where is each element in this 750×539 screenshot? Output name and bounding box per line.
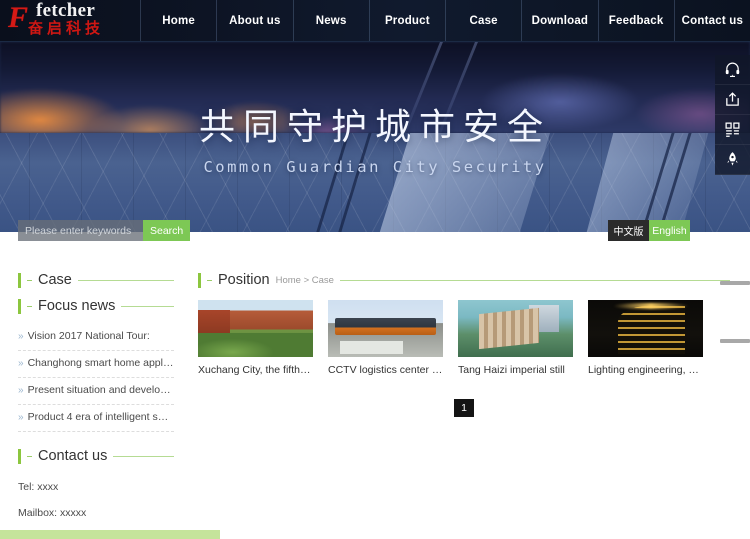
page-title: Position	[218, 272, 270, 288]
nav-item-about-us[interactable]: About us	[216, 0, 292, 41]
section-dash	[27, 455, 32, 457]
bullet-icon: »	[18, 412, 24, 423]
section-rule	[77, 279, 174, 281]
hero-headline-english: Common Guardian City Security	[203, 158, 547, 176]
contact-mailbox: Mailbox: xxxxx	[18, 507, 87, 519]
section-accent-bar	[18, 448, 21, 464]
contact-tel: Tel: xxxx	[18, 481, 59, 493]
bullet-icon: »	[18, 331, 24, 342]
case-thumbnail-lit-building-night[interactable]	[588, 300, 703, 357]
bullet-icon: »	[18, 385, 24, 396]
left-sidebar: Case Focus news » Vision 2017 National T…	[0, 254, 190, 539]
pagination: 1	[198, 399, 730, 417]
site-search: Search	[18, 220, 191, 241]
search-button[interactable]: Search	[143, 220, 191, 241]
case-grid: Xuchang City, the fifth high CCTV logist…	[198, 300, 730, 377]
news-item-label: Vision 2017 National Tour:	[27, 330, 150, 342]
hero-banner: 共同守护城市安全 Common Guardian City Security	[0, 42, 750, 232]
section-accent-bar	[18, 298, 21, 314]
case-label: Xuchang City, the fifth high	[198, 364, 313, 376]
share-icon[interactable]	[715, 85, 750, 115]
hero-text-block: 共同守护城市安全 Common Guardian City Security	[0, 106, 750, 176]
section-rule	[121, 305, 174, 307]
headset-support-icon[interactable]	[715, 55, 750, 85]
floating-action-rail	[715, 55, 750, 175]
focus-news-list: » Vision 2017 National Tour: » Changhong…	[18, 324, 174, 432]
main-content: Position Home > Case Xuchang City, the f…	[190, 254, 750, 539]
sidebar-heading-focus-news: Focus news	[18, 298, 174, 314]
case-label: Tang Haizi imperial still	[458, 364, 565, 376]
utility-strip: Search 中文版 English	[0, 220, 750, 254]
search-input[interactable]	[18, 220, 143, 241]
language-switcher: 中文版 English	[608, 220, 690, 241]
sidebar-focus-news-title: Focus news	[38, 298, 116, 314]
hero-headline-chinese: 共同守护城市安全	[198, 107, 551, 148]
section-accent-bar	[18, 272, 21, 288]
nav-item-contact-us[interactable]: Contact us	[673, 0, 750, 41]
section-accent-bar	[198, 272, 201, 288]
sidebar-case-title: Case	[38, 272, 72, 288]
list-item[interactable]: » Changhong smart home application	[18, 351, 174, 378]
sidebar-heading-case: Case	[18, 272, 174, 288]
top-navigation-bar: F fetcher 奋启科技 Home About us News Produc…	[0, 0, 750, 42]
bullet-icon: »	[18, 358, 24, 369]
case-card[interactable]: Lighting engineering, No.	[588, 300, 703, 377]
nav-item-product[interactable]: Product	[368, 0, 445, 41]
footer-band	[0, 530, 220, 539]
section-rule	[113, 455, 174, 457]
news-item-label: Present situation and development	[27, 384, 174, 396]
section-dash	[27, 279, 32, 281]
case-card[interactable]: Tang Haizi imperial still	[458, 300, 573, 377]
case-label: Lighting engineering, No.	[588, 364, 703, 376]
section-dash	[27, 305, 32, 307]
nav-item-home[interactable]: Home	[140, 0, 216, 41]
section-dash	[207, 279, 212, 281]
logo-wordmark-english: fetcher	[36, 0, 96, 21]
section-rule	[339, 279, 730, 281]
language-chinese-button[interactable]: 中文版	[608, 220, 649, 241]
nav-item-feedback[interactable]: Feedback	[597, 0, 674, 41]
case-label: CCTV logistics center closed	[328, 364, 443, 376]
logo-wordmark-chinese: 奋启科技	[28, 19, 105, 37]
site-logo[interactable]: F fetcher 奋启科技	[0, 0, 140, 42]
list-item[interactable]: » Present situation and development	[18, 378, 174, 405]
rocket-back-to-top-icon[interactable]	[715, 145, 750, 175]
qrcode-icon[interactable]	[715, 115, 750, 145]
nav-item-download[interactable]: Download	[521, 0, 597, 41]
news-item-label: Changhong smart home application	[27, 357, 174, 369]
pagination-page-1[interactable]: 1	[454, 399, 474, 417]
main-nav: Home About us News Product Case Download…	[140, 0, 750, 41]
news-item-label: Product 4 era of intelligent security	[27, 411, 174, 423]
page-body: Case Focus news » Vision 2017 National T…	[0, 254, 750, 539]
case-card[interactable]: CCTV logistics center closed	[328, 300, 443, 377]
list-item[interactable]: » Vision 2017 National Tour:	[18, 324, 174, 351]
language-english-button[interactable]: English	[649, 220, 690, 241]
sidebar-contact-title: Contact us	[38, 448, 108, 464]
case-thumbnail-residential-complex[interactable]	[458, 300, 573, 357]
position-header: Position Home > Case	[198, 272, 730, 288]
breadcrumb: Home > Case	[275, 274, 334, 286]
scroll-nub[interactable]	[720, 339, 750, 343]
scroll-nub[interactable]	[720, 281, 750, 285]
case-thumbnail-logistics-center[interactable]	[328, 300, 443, 357]
case-thumbnail-school-campus[interactable]	[198, 300, 313, 357]
nav-item-news[interactable]: News	[292, 0, 369, 41]
logo-f-mark: F	[8, 1, 29, 34]
sidebar-heading-contact-us: Contact us	[18, 448, 174, 464]
nav-item-case[interactable]: Case	[445, 0, 521, 41]
case-card[interactable]: Xuchang City, the fifth high	[198, 300, 313, 377]
list-item[interactable]: » Product 4 era of intelligent security	[18, 405, 174, 432]
